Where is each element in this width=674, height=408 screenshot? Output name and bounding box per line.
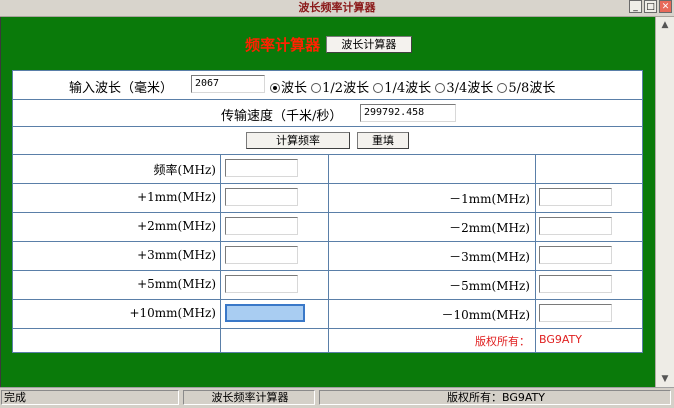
minus-3mm-label: －3mm(MHz) — [449, 250, 530, 264]
minus-2mm-label: －2mm(MHz) — [449, 221, 530, 235]
plus-10mm-label: +10mm(MHz) — [129, 306, 216, 320]
scroll-down-icon[interactable]: ▼ — [656, 371, 674, 387]
page-viewport: 频率计算器 波长计算器 输入波长（毫米） 2067 波长 1/2波长 1/4波长… — [0, 17, 656, 387]
plus-3mm-output[interactable] — [225, 246, 298, 264]
reset-button[interactable]: 重填 — [357, 132, 409, 149]
speed-input[interactable]: 299792.458 — [360, 104, 456, 122]
wavelength-options: 波长 1/2波长 1/4波长 3/4波长 5/8波长 — [270, 77, 555, 96]
plus-5mm-label: +5mm(MHz) — [137, 277, 216, 291]
minus-3mm-output[interactable] — [539, 246, 612, 264]
radio-icon[interactable] — [435, 83, 446, 93]
wavelength-label: 输入波长（毫米） — [69, 81, 174, 96]
minus-5mm-output[interactable] — [539, 275, 612, 293]
minimize-button[interactable]: _ — [629, 0, 642, 13]
action-row: 计算频率 重填 — [13, 127, 642, 155]
copyright-value: BG9ATY — [539, 333, 582, 346]
maximize-button[interactable]: □ — [644, 0, 657, 13]
radio-icon[interactable] — [497, 83, 508, 93]
plus-3mm-label: +3mm(MHz) — [137, 248, 216, 262]
option-five-eighth-wave[interactable]: 5/8波长 — [497, 81, 555, 96]
wavelength-calculator-button[interactable]: 波长计算器 — [325, 36, 412, 53]
column-divider — [328, 155, 329, 352]
option-wave[interactable]: 波长 — [270, 81, 307, 96]
page-title: 频率计算器 — [245, 36, 321, 54]
page-heading: 频率计算器 波长计算器 — [1, 34, 656, 55]
speed-row: 传输速度（千米/秒） 299792.458 — [13, 100, 642, 127]
option-half-wave[interactable]: 1/2波长 — [311, 81, 369, 96]
column-divider — [220, 155, 221, 352]
plus-2mm-output[interactable] — [225, 217, 298, 235]
copyright-label: 版权所有： — [475, 335, 530, 348]
option-three-quarter-wave[interactable]: 3/4波长 — [435, 81, 493, 96]
column-divider — [535, 155, 536, 352]
close-button[interactable]: ✕ — [659, 0, 672, 13]
vertical-scrollbar[interactable]: ▲ ▼ — [655, 17, 674, 387]
frequency-output[interactable] — [225, 159, 298, 177]
wavelength-input[interactable]: 2067 — [191, 75, 265, 93]
minus-2mm-output[interactable] — [539, 217, 612, 235]
minus-1mm-label: －1mm(MHz) — [449, 192, 530, 206]
option-quarter-wave[interactable]: 1/4波长 — [373, 81, 431, 96]
calculator-panel: 输入波长（毫米） 2067 波长 1/2波长 1/4波长 3/4波长 5/8波长… — [12, 70, 643, 353]
minus-5mm-label: －5mm(MHz) — [449, 279, 530, 293]
plus-5mm-output[interactable] — [225, 275, 298, 293]
plus-1mm-label: +1mm(MHz) — [137, 190, 216, 204]
plus-1mm-output[interactable] — [225, 188, 298, 206]
scroll-up-icon[interactable]: ▲ — [656, 17, 674, 33]
minus-10mm-output[interactable] — [539, 304, 612, 322]
status-text: 完成 — [1, 390, 179, 405]
plus-2mm-label: +2mm(MHz) — [137, 219, 216, 233]
window-title: 波长频率计算器 — [298, 1, 376, 14]
plus-10mm-output[interactable] — [225, 304, 305, 322]
minus-1mm-output[interactable] — [539, 188, 612, 206]
calculate-frequency-button[interactable]: 计算频率 — [246, 132, 350, 149]
frequency-label: 频率(MHz) — [153, 163, 216, 177]
radio-icon[interactable] — [311, 83, 322, 93]
speed-label: 传输速度（千米/秒） — [221, 109, 343, 124]
minus-10mm-label: －10mm(MHz) — [441, 308, 530, 322]
radio-selected-icon[interactable] — [270, 83, 280, 93]
radio-icon[interactable] — [373, 83, 384, 93]
wavelength-row: 输入波长（毫米） 2067 波长 1/2波长 1/4波长 3/4波长 5/8波长 — [13, 71, 642, 100]
title-bar: 波长频率计算器 _ □ ✕ — [0, 0, 674, 17]
status-bar: 完成 波长频率计算器 版权所有：BG9ATY — [0, 387, 674, 408]
status-copyright: 版权所有：BG9ATY — [319, 390, 671, 405]
status-page-name: 波长频率计算器 — [183, 390, 315, 405]
